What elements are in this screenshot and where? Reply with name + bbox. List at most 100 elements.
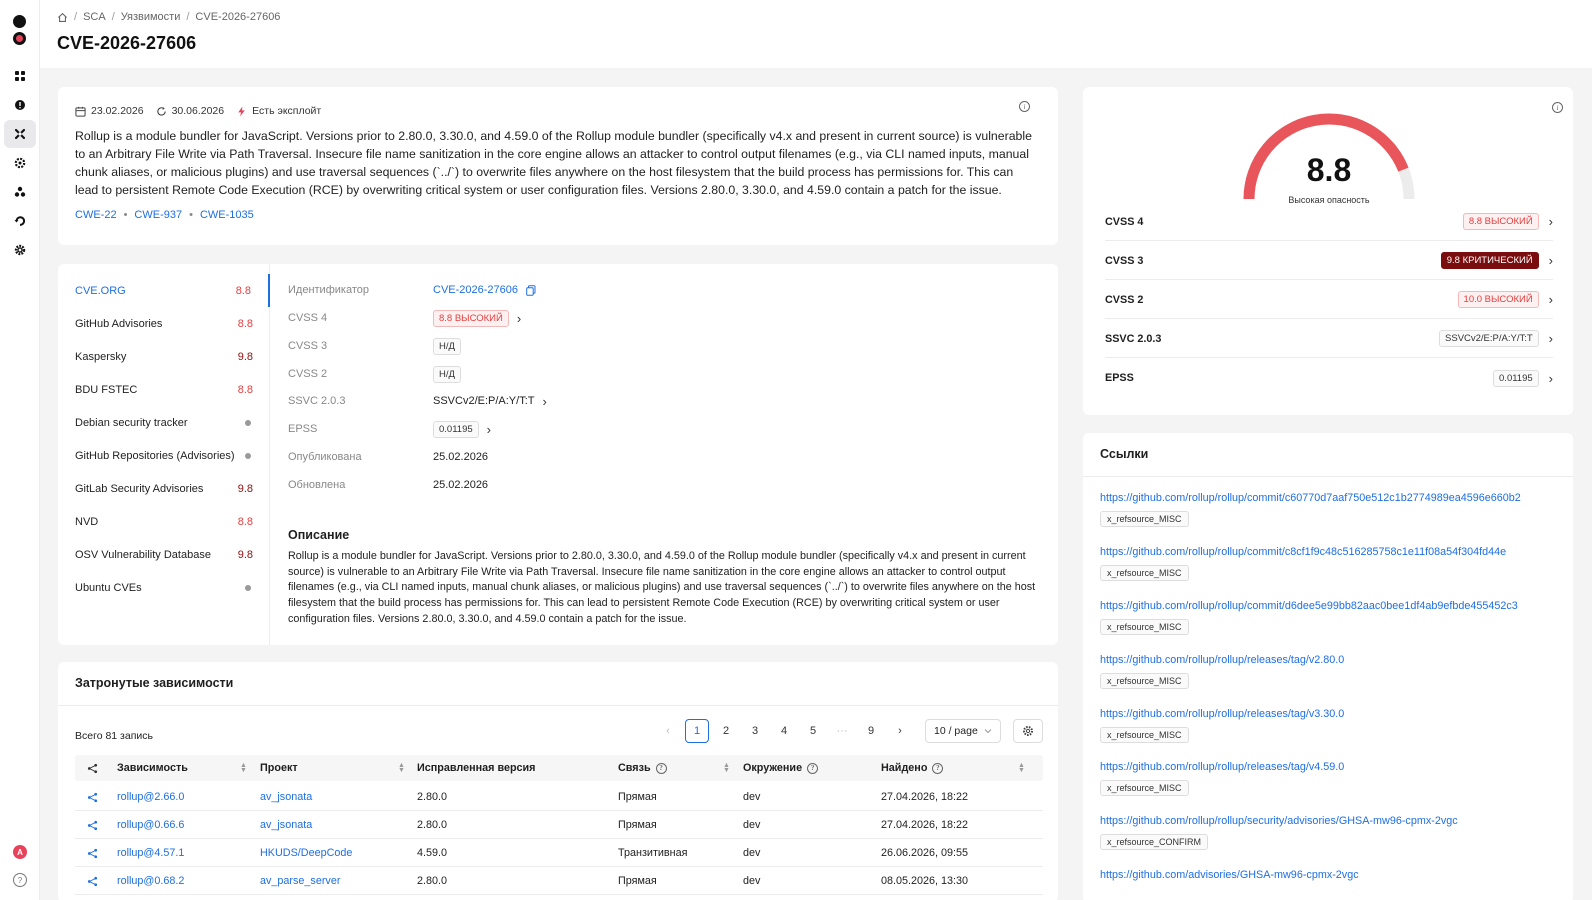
source-item-cve-org[interactable]: CVE.ORG 8.8	[58, 274, 270, 307]
page-ellipsis[interactable]: ···	[830, 719, 854, 743]
cwe-link[interactable]: CWE-22	[75, 209, 117, 221]
table-settings-button[interactable]	[1013, 719, 1043, 743]
reference-tag: x_refsource_MISC	[1100, 565, 1189, 581]
settings-cog-icon[interactable]	[4, 149, 36, 177]
sort-icon[interactable]: ▲ ▼	[723, 762, 730, 774]
table-row[interactable]: rollup@0.66.6 av_jsonata 2.80.0 Прямая d…	[75, 811, 1043, 839]
reference-link[interactable]: https://github.com/rollup/rollup/securit…	[1100, 815, 1458, 827]
chevron-right-icon[interactable]: ›	[517, 312, 521, 325]
column-relation[interactable]: Связь?	[618, 755, 667, 781]
page-button[interactable]: 2	[714, 719, 738, 743]
source-item-github-advisories[interactable]: GitHub Advisories 8.8	[58, 307, 270, 340]
logo[interactable]	[13, 15, 27, 47]
column-found[interactable]: Найдено?	[881, 755, 944, 781]
dashboard-icon[interactable]	[4, 62, 36, 90]
history-icon[interactable]	[4, 207, 36, 235]
share-icon[interactable]	[87, 811, 98, 839]
alert-icon[interactable]	[4, 91, 36, 119]
sca-icon[interactable]	[4, 120, 36, 148]
source-item-debian[interactable]: Debian security tracker	[58, 406, 270, 439]
pagination: ‹ 1 2 3 4 5 ··· 9 › 10 / page	[656, 719, 1001, 743]
table-row[interactable]: rollup@2.66.0 av_jsonata 2.80.0 Прямая d…	[75, 783, 1043, 811]
source-item-nvd[interactable]: NVD 8.8	[58, 505, 270, 538]
cwe-link[interactable]: CWE-937	[134, 209, 182, 221]
avatar[interactable]: A	[13, 845, 27, 859]
chevron-right-icon[interactable]: ›	[542, 395, 546, 408]
project-link[interactable]: av_jsonata	[260, 811, 312, 839]
question-icon[interactable]: ?	[655, 762, 667, 774]
score-row-cvss2[interactable]: CVSS 2 10.0 ВЫСОКИЙ ›	[1105, 281, 1553, 319]
dependency-link[interactable]: rollup@0.66.6	[117, 811, 184, 839]
share-icon[interactable]	[87, 839, 98, 867]
score-row-ssvc[interactable]: SSVC 2.0.3 SSVCv2/E:P/A:Y/T:T ›	[1105, 320, 1553, 358]
share-icon[interactable]	[87, 755, 98, 781]
page-button[interactable]: 3	[743, 719, 767, 743]
share-icon[interactable]	[87, 867, 98, 895]
breadcrumb-vulnerabilities[interactable]: Уязвимости	[121, 11, 181, 23]
reference-link[interactable]: https://github.com/rollup/rollup/release…	[1100, 654, 1344, 666]
page-size-select[interactable]: 10 / page	[925, 719, 1001, 743]
source-item-gitlab[interactable]: GitLab Security Advisories 9.8	[58, 472, 270, 505]
question-icon[interactable]: ?	[807, 762, 819, 774]
dependency-link[interactable]: rollup@0.68.2	[117, 867, 184, 895]
reference-link[interactable]: https://github.com/rollup/rollup/release…	[1100, 708, 1344, 720]
reference-tag: x_refsource_MISC	[1100, 511, 1189, 527]
cve-id-link[interactable]: CVE-2026-27606	[433, 284, 518, 296]
reference-link[interactable]: https://github.com/rollup/rollup/commit/…	[1100, 600, 1518, 612]
page-title: CVE-2026-27606	[57, 33, 197, 53]
source-item-kaspersky[interactable]: Kaspersky 9.8	[58, 340, 270, 373]
sort-icon[interactable]: ▲ ▼	[398, 762, 405, 774]
cvss2-badge: Н/Д	[433, 365, 461, 383]
info-icon[interactable]: i	[1552, 102, 1563, 113]
page-button[interactable]: 5	[801, 719, 825, 743]
cluster-icon[interactable]	[4, 178, 36, 206]
source-item-osv[interactable]: OSV Vulnerability Database 9.8	[58, 538, 270, 571]
share-icon[interactable]	[87, 783, 98, 811]
chevron-right-icon[interactable]: ›	[487, 423, 491, 436]
score-row-cvss4[interactable]: CVSS 4 8.8 ВЫСОКИЙ ›	[1105, 203, 1553, 241]
reference-tag: x_refsource_MISC	[1100, 727, 1189, 743]
sort-icon[interactable]: ▲ ▼	[1018, 762, 1025, 774]
reference-link[interactable]: https://github.com/rollup/rollup/commit/…	[1100, 546, 1506, 558]
page-button[interactable]: 4	[772, 719, 796, 743]
page-button[interactable]: 9	[859, 719, 883, 743]
lightning-icon	[238, 105, 245, 117]
gear-icon	[1023, 726, 1033, 736]
source-item-ubuntu[interactable]: Ubuntu CVEs	[58, 571, 270, 604]
breadcrumb-sca[interactable]: SCA	[83, 11, 106, 23]
dependency-link[interactable]: rollup@4.57.1	[117, 839, 184, 867]
column-environment[interactable]: Окружение?	[743, 755, 819, 781]
score-row-cvss3[interactable]: CVSS 3 9.8 КРИТИЧЕСКИЙ ›	[1105, 242, 1553, 280]
project-link[interactable]: av_jsonata	[260, 783, 312, 811]
copy-icon[interactable]	[526, 284, 536, 296]
breadcrumb-current: CVE-2026-27606	[195, 11, 281, 23]
source-item-github-repositories[interactable]: GitHub Repositories (Advisories)	[58, 439, 270, 472]
project-link[interactable]: HKUDS/DeepCode	[260, 839, 352, 867]
next-page-icon[interactable]: ›	[888, 719, 912, 743]
column-project[interactable]: Проект	[260, 755, 298, 781]
table-row[interactable]: rollup@4.57.1 HKUDS/DeepCode 4.59.0 Тран…	[75, 839, 1043, 867]
chevron-down-icon	[984, 729, 992, 734]
reference-link[interactable]: https://github.com/advisories/GHSA-mw96-…	[1100, 869, 1359, 881]
help-icon[interactable]: ?	[13, 873, 27, 887]
home-icon[interactable]	[57, 12, 68, 23]
prev-page-icon[interactable]: ‹	[656, 719, 680, 743]
column-dependency[interactable]: Зависимость	[117, 755, 188, 781]
info-icon[interactable]: i	[1019, 101, 1030, 112]
exploit-status: Есть эксплойт	[236, 105, 321, 117]
reference-link[interactable]: https://github.com/rollup/rollup/release…	[1100, 761, 1344, 773]
reference-link[interactable]: https://github.com/rollup/rollup/commit/…	[1100, 492, 1521, 504]
score-row-epss[interactable]: EPSS 0.01195 ›	[1105, 359, 1553, 397]
sort-icon[interactable]: ▲ ▼	[240, 762, 247, 774]
reference-tag: x_refsource_CONFIRM	[1100, 834, 1209, 850]
table-row[interactable]: rollup@0.68.2 av_parse_server 2.80.0 Пря…	[75, 867, 1043, 895]
project-link[interactable]: av_parse_server	[260, 867, 340, 895]
breadcrumb: / SCA / Уязвимости / CVE-2026-27606	[57, 11, 280, 23]
gear-icon[interactable]	[4, 236, 36, 264]
table-header: Зависимость ▲ ▼ Проект ▲ ▼ Исправленная ве…	[75, 755, 1043, 781]
dependency-link[interactable]: rollup@2.66.0	[117, 783, 184, 811]
cwe-link[interactable]: CWE-1035	[200, 209, 254, 221]
question-icon[interactable]: ?	[932, 762, 944, 774]
source-item-bdu-fstec[interactable]: BDU FSTEC 8.8	[58, 373, 270, 406]
page-button[interactable]: 1	[685, 719, 709, 743]
